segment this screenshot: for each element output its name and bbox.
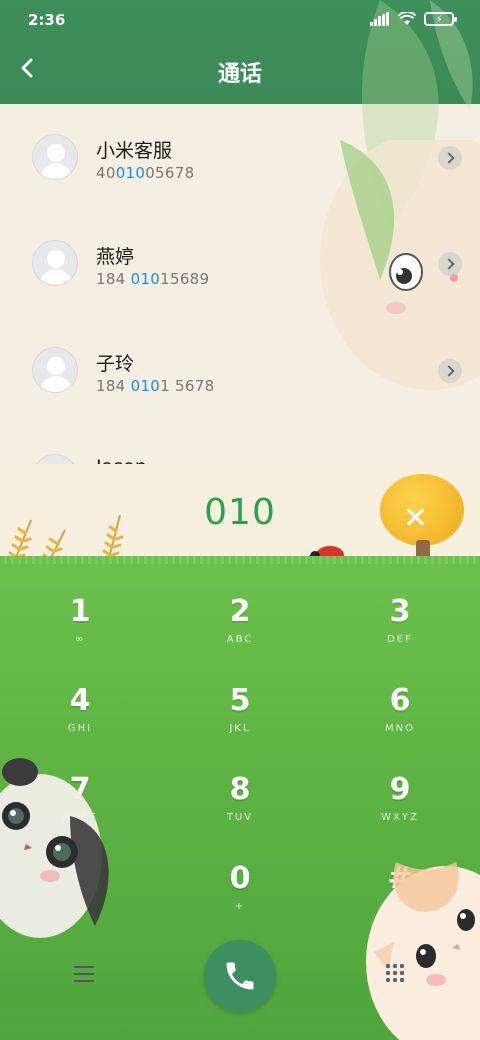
avatar (32, 347, 78, 393)
avatar (32, 134, 78, 180)
key-0[interactable]: 0 + (160, 837, 320, 926)
contact-number: 4001005678 (96, 164, 195, 182)
chevron-right-icon[interactable] (438, 146, 462, 170)
contact-row[interactable]: 子玲 184 0101 5678 (0, 317, 480, 423)
chevron-right-icon[interactable] (438, 252, 462, 276)
page-title: 通话 (217, 62, 262, 87)
wifi-icon (398, 12, 416, 25)
contact-name: 小米客服 (96, 140, 173, 162)
panda-illustration (0, 758, 109, 938)
contact-row[interactable]: 燕婷 184 01015689 (0, 210, 480, 316)
phone-icon (226, 962, 254, 990)
contact-name: 燕婷 (96, 246, 135, 268)
contact-number: 184 0101 5678 (96, 377, 215, 395)
status-time: 2:36 (28, 11, 66, 29)
battery-icon: ⚡ (424, 12, 457, 26)
contact-list: 小米客服 4001005678 燕婷 184 01015689 子玲 184 0… (0, 104, 480, 464)
avatar (32, 240, 78, 286)
contact-name: Jason (96, 456, 147, 464)
key-2[interactable]: 2 ABC (160, 570, 320, 659)
chevron-right-icon[interactable] (438, 359, 462, 383)
key-1[interactable]: 1 ∞ (0, 570, 160, 659)
call-button[interactable] (204, 940, 276, 1012)
contact-row[interactable]: Jason (0, 424, 480, 464)
close-icon[interactable] (404, 506, 426, 528)
key-4[interactable]: 4 GHI (0, 659, 160, 748)
key-8[interactable]: 8 TUV (160, 748, 320, 837)
voicemail-icon: ∞ (74, 634, 86, 645)
key-3[interactable]: 3 DEF (320, 570, 480, 659)
dialpad-grid-icon[interactable] (386, 964, 406, 984)
status-bar: 2:36 ⚡ (0, 0, 480, 40)
status-icons: ⚡ (370, 12, 457, 26)
contact-number: 184 01015689 (96, 270, 210, 288)
contact-row[interactable]: 小米客服 4001005678 (0, 104, 480, 210)
header-bar: 2:36 ⚡ 通话 (0, 0, 480, 230)
contact-name: 子玲 (96, 353, 135, 375)
key-6[interactable]: 6 MNO (320, 659, 480, 748)
key-5[interactable]: 5 JKL (160, 659, 320, 748)
hamburger-menu-icon[interactable] (74, 966, 96, 984)
key-9[interactable]: 9 WXYZ (320, 748, 480, 837)
kitten-illustration (366, 862, 480, 1040)
signal-icon (370, 12, 390, 26)
avatar (32, 454, 78, 464)
